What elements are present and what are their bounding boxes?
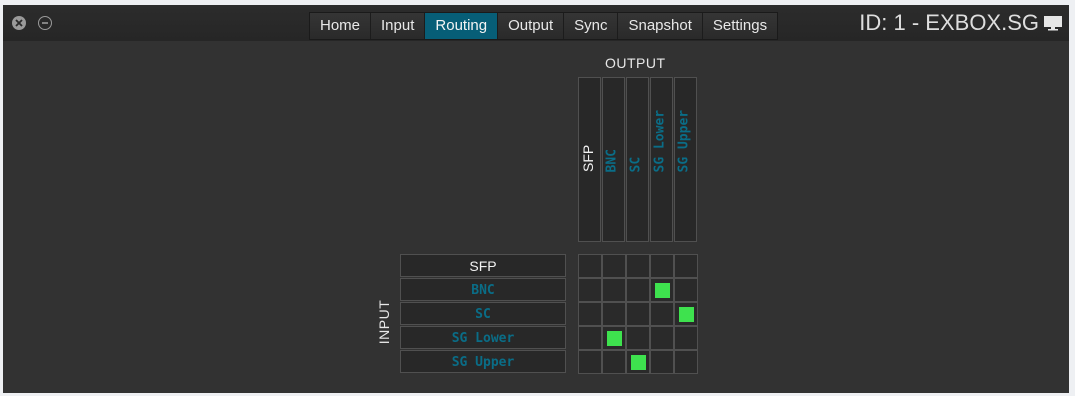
route-cell[interactable] — [626, 326, 650, 350]
route-cell[interactable] — [578, 254, 602, 278]
output-header-sc: SC — [626, 77, 649, 242]
route-cell[interactable] — [674, 326, 698, 350]
route-active-indicator — [607, 331, 622, 346]
route-active-indicator — [631, 355, 646, 370]
tab-snapshot[interactable]: Snapshot — [618, 13, 703, 39]
route-cell[interactable] — [650, 302, 674, 326]
route-cell[interactable] — [602, 278, 626, 302]
route-cell[interactable] — [650, 278, 674, 302]
tab-home[interactable]: Home — [310, 13, 372, 39]
nav-tabs: Home Input Routing Output Sync Snapshot … — [309, 12, 779, 40]
minimize-icon[interactable] — [38, 16, 52, 30]
tab-sync[interactable]: Sync — [564, 13, 619, 39]
route-cell[interactable] — [674, 278, 698, 302]
route-cell[interactable] — [674, 254, 698, 278]
route-cell[interactable] — [626, 278, 650, 302]
close-icon[interactable] — [12, 16, 26, 30]
output-header-sg-upper: SG Upper — [674, 77, 697, 242]
tab-input[interactable]: Input — [371, 13, 426, 39]
monitor-icon[interactable] — [1043, 15, 1063, 31]
tab-routing[interactable]: Routing — [425, 13, 499, 39]
output-label: BNC — [604, 149, 619, 173]
route-cell[interactable] — [578, 326, 602, 350]
route-cell[interactable] — [650, 350, 674, 374]
route-active-indicator — [655, 283, 670, 298]
route-cell[interactable] — [626, 254, 650, 278]
app-window: Home Input Routing Output Sync Snapshot … — [3, 5, 1069, 393]
route-cell[interactable] — [674, 350, 698, 374]
output-label: SG Upper — [676, 109, 691, 173]
route-active-indicator — [679, 307, 694, 322]
route-cell[interactable] — [650, 254, 674, 278]
route-cell[interactable] — [602, 302, 626, 326]
route-cell[interactable] — [578, 350, 602, 374]
title-bar: Home Input Routing Output Sync Snapshot … — [3, 5, 1069, 41]
input-header-bnc: BNC — [400, 278, 566, 301]
route-cell[interactable] — [626, 350, 650, 374]
route-cell[interactable] — [626, 302, 650, 326]
input-header-sg-lower: SG Lower — [400, 326, 566, 349]
route-cell[interactable] — [578, 278, 602, 302]
tab-output[interactable]: Output — [498, 13, 565, 39]
output-header-sfp: SFP — [578, 77, 601, 242]
input-header-sc: SC — [400, 302, 566, 325]
route-cell[interactable] — [650, 326, 674, 350]
output-section-title: OUTPUT — [605, 55, 666, 71]
route-cell[interactable] — [602, 350, 626, 374]
output-label: SFP — [579, 144, 596, 172]
output-header-sg-lower: SG Lower — [650, 77, 673, 242]
output-label: SC — [628, 156, 643, 173]
route-cell[interactable] — [602, 326, 626, 350]
output-header-bnc: BNC — [602, 77, 625, 242]
tab-settings[interactable]: Settings — [702, 13, 778, 39]
input-header-sfp: SFP — [400, 254, 566, 277]
route-cell[interactable] — [674, 302, 698, 326]
input-section-title: INPUT — [376, 299, 392, 345]
route-cell[interactable] — [602, 254, 626, 278]
route-cell[interactable] — [578, 302, 602, 326]
device-id-label: ID: 1 - EXBOX.SG — [859, 10, 1039, 35]
output-label: SG Lower — [652, 109, 667, 173]
input-header-sg-upper: SG Upper — [400, 350, 566, 373]
